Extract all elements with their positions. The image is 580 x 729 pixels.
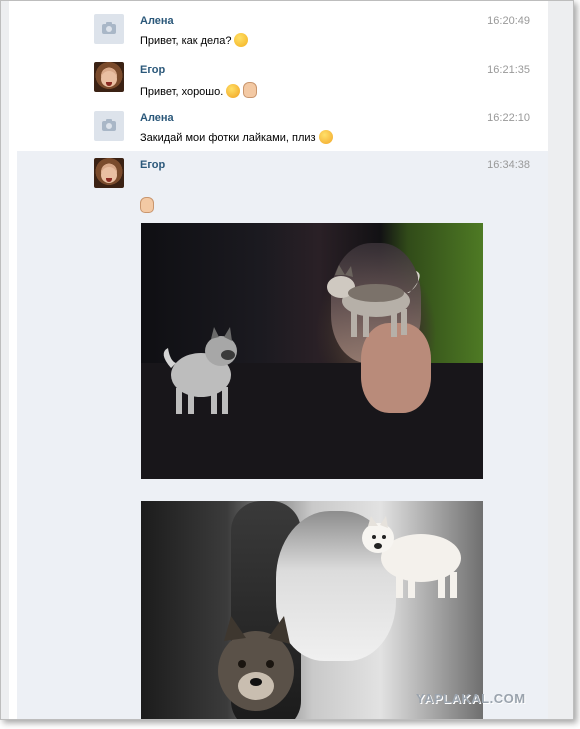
photo-attachment[interactable] [141, 501, 483, 719]
sender-name[interactable]: Егор [140, 159, 165, 171]
avatar[interactable] [94, 111, 124, 141]
message-time[interactable]: 16:20:49 [487, 15, 530, 27]
message-item: Алена Закидай мои фотки лайками, плиз 16… [17, 97, 548, 149]
message-time[interactable]: 16:21:35 [487, 64, 530, 76]
message-item: Егор Привет, хорошо. 16:21:35 [17, 49, 548, 98]
photo-attachment[interactable] [141, 223, 483, 479]
ok-hand-icon [140, 197, 154, 213]
dog-sticker [163, 327, 237, 414]
message-text: Привет, как дела? [140, 33, 249, 47]
ok-hand-icon [243, 82, 258, 98]
message-text: Закидай мои фотки лайками, плиз [140, 130, 333, 144]
message-history: Алена Привет, как дела? 16:20:49 Егор Пр… [9, 1, 548, 719]
kiss-icon [318, 130, 333, 144]
watermark: YAPLAKAL.COM [416, 691, 526, 706]
wolf-dog-sticker [218, 616, 294, 711]
camera-icon [102, 119, 116, 131]
sender-name[interactable]: Алена [140, 15, 174, 27]
message-item: Егор 16:34:38 [17, 151, 548, 719]
message-time[interactable]: 16:22:10 [487, 112, 530, 124]
avatar[interactable] [94, 62, 124, 92]
message-item: Алена Привет, как дела? 16:20:49 [17, 1, 548, 49]
camera-icon [102, 22, 116, 34]
message-time[interactable]: 16:34:38 [487, 159, 530, 171]
sender-name[interactable]: Егор [140, 64, 165, 76]
smile-big-icon [226, 84, 241, 98]
sender-name[interactable]: Алена [140, 112, 174, 124]
smile-icon [234, 33, 249, 47]
avatar[interactable] [94, 158, 124, 188]
samoyed-sticker [362, 516, 461, 598]
chat-window: Алена Привет, как дела? 16:20:49 Егор Пр… [0, 0, 574, 720]
husky-sticker [327, 265, 420, 337]
avatar[interactable] [94, 14, 124, 44]
message-text [140, 197, 154, 213]
message-text: Привет, хорошо. [140, 82, 258, 98]
